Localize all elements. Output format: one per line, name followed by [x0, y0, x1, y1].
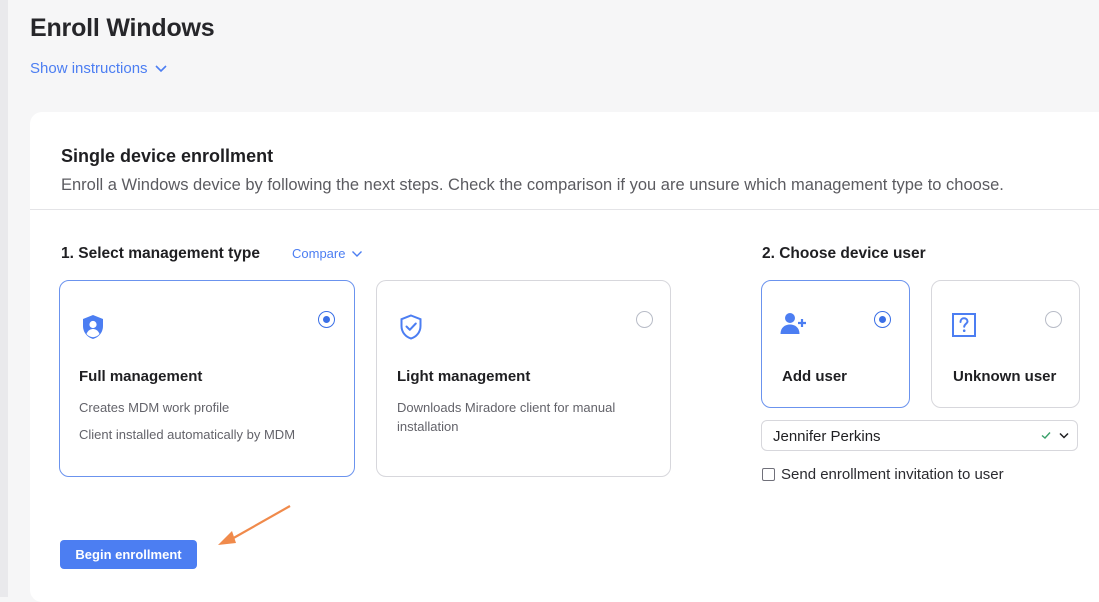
left-edge-panel: [0, 0, 8, 597]
full-management-line-2: Client installed automatically by MDM: [79, 427, 296, 442]
add-user-radio[interactable]: [874, 311, 891, 328]
light-management-radio[interactable]: [636, 311, 653, 328]
add-user-title: Add user: [782, 368, 848, 385]
step2-label: 2. Choose device user: [762, 245, 926, 262]
check-icon: [1041, 432, 1051, 439]
step1-label: 1. Select management type: [61, 245, 260, 262]
page-title: Enroll Windows: [30, 14, 215, 42]
unknown-user-option[interactable]: Unknown user: [931, 280, 1080, 408]
unknown-user-radio[interactable]: [1045, 311, 1062, 328]
unknown-user-title: Unknown user: [953, 368, 1057, 385]
show-instructions-label: Show instructions: [30, 60, 148, 77]
user-select[interactable]: Jennifer Perkins: [761, 420, 1078, 451]
enrollment-card: Single device enrollment Enroll a Window…: [30, 112, 1099, 602]
user-shield-icon: [83, 315, 103, 339]
light-management-line-1: Downloads Miradore client for manual: [397, 400, 616, 415]
add-user-option[interactable]: Add user: [761, 280, 910, 408]
chevron-down-icon: [352, 250, 363, 257]
invite-checkbox-label: Send enrollment invitation to user: [781, 466, 1004, 483]
chevron-down-icon: [154, 64, 167, 72]
compare-label: Compare: [292, 246, 346, 261]
chevron-down-icon: [1059, 432, 1069, 439]
add-user-icon: [780, 313, 806, 334]
annotation-arrow-icon: [218, 505, 291, 545]
card-divider: [30, 209, 1099, 210]
full-management-line-1: Creates MDM work profile: [79, 400, 230, 415]
full-management-radio[interactable]: [318, 311, 335, 328]
full-management-title: Full management: [79, 368, 203, 385]
invite-checkbox[interactable]: [762, 468, 775, 481]
invite-checkbox-row[interactable]: Send enrollment invitation to user: [762, 466, 1004, 483]
card-description: Enroll a Windows device by following the…: [61, 176, 1004, 194]
light-management-option[interactable]: Light management Downloads Miradore clie…: [376, 280, 671, 477]
show-instructions-link[interactable]: Show instructions: [30, 60, 168, 77]
light-management-line-2: installation: [397, 419, 459, 434]
full-management-option[interactable]: Full management Creates MDM work profile…: [59, 280, 355, 477]
question-box-icon: [952, 313, 976, 337]
user-select-value: Jennifer Perkins: [773, 428, 881, 445]
compare-link[interactable]: Compare: [292, 246, 363, 261]
light-management-title: Light management: [397, 368, 531, 385]
shield-check-icon: [400, 314, 422, 340]
card-title: Single device enrollment: [61, 146, 274, 166]
begin-enrollment-button[interactable]: Begin enrollment: [60, 540, 197, 569]
